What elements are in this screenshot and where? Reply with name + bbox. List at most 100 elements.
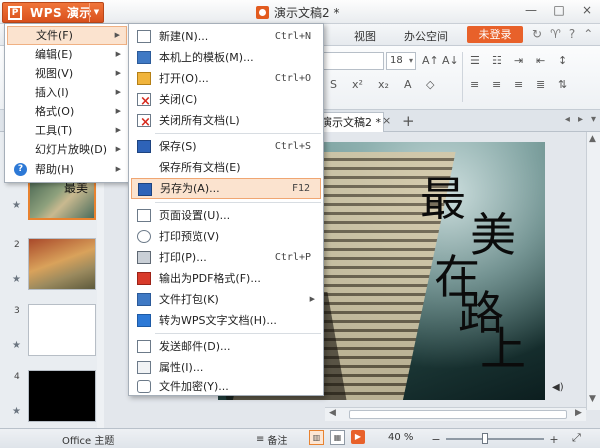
scroll-left-icon[interactable]: ◀ — [329, 408, 336, 418]
help-question-icon[interactable]: ? — [569, 27, 575, 41]
clear-format-icon[interactable]: ◇ — [426, 78, 434, 91]
zoom-in-icon[interactable]: + — [548, 433, 560, 446]
font-name-select[interactable] — [322, 52, 384, 70]
shirt-skin-icon[interactable]: ♈ — [550, 27, 561, 41]
fit-window-icon[interactable]: ⤢ — [572, 431, 581, 445]
slide-thumbnail[interactable] — [28, 238, 96, 290]
line-spacing-icon[interactable]: ↕ — [558, 54, 567, 67]
menu-item-properties[interactable]: 属性(I)... — [131, 357, 321, 378]
text-direction-icon[interactable]: ⇅ — [558, 78, 567, 91]
menu-item-label: 插入(I) — [35, 86, 69, 99]
new-tab-icon[interactable]: + — [402, 112, 415, 130]
vertical-scrollbar[interactable]: ▲ ▼ — [586, 132, 600, 410]
tab-document[interactable]: 演示文稿2 * — [314, 112, 384, 132]
menu-item-new[interactable]: 新建(N)... Ctrl+N — [131, 26, 321, 47]
notes-label: 备注 — [267, 436, 288, 447]
menu-item-print[interactable]: 打印(P)... Ctrl+P — [131, 247, 321, 268]
grow-font-icon[interactable]: A↑ — [422, 54, 439, 67]
font-color-icon[interactable]: A — [404, 78, 412, 91]
align-center-icon[interactable]: ≡ — [492, 78, 501, 91]
close-window-icon[interactable]: × — [578, 3, 596, 17]
indent-icon[interactable]: ⇥ — [514, 54, 523, 67]
wps-menu-button-label: WPS 演示 — [30, 6, 92, 20]
collapse-ribbon-icon[interactable]: ⌃ — [583, 27, 593, 41]
new-document-icon — [137, 30, 151, 43]
subscript-icon[interactable]: x₂ — [378, 78, 389, 91]
menu-item-page-setup[interactable]: 页面设置(U)... — [131, 205, 321, 226]
menu-item-save-as[interactable]: 另存为(A)... F12 — [131, 178, 321, 199]
menu-item-label: 打开(O)... — [159, 72, 209, 85]
menu-item-convert-to-writer[interactable]: 转为WPS文字文档(H)... — [131, 310, 321, 331]
align-left-icon[interactable]: ≡ — [470, 78, 479, 91]
text-shadow-icon[interactable]: S — [330, 78, 337, 91]
menu-item-slideshow[interactable]: 幻灯片放映(D) ▶ — [7, 140, 127, 159]
menu-item-file[interactable]: 文件(F) ▶ — [7, 26, 127, 45]
menu-item-label: 帮助(H) — [35, 163, 74, 176]
scroll-right-icon[interactable]: ▶ — [575, 408, 582, 418]
encrypt-icon — [137, 380, 151, 393]
menu-item-label: 本机上的模板(M)... — [159, 51, 254, 64]
tab-list-icon[interactable]: ◂ — [565, 114, 570, 125]
login-button[interactable]: 未登录 — [467, 26, 523, 43]
scroll-down-icon[interactable]: ▼ — [589, 394, 596, 404]
animation-star-icon: ★ — [12, 406, 21, 417]
notes-toggle[interactable]: ≡ 备注 — [256, 432, 287, 447]
align-right-icon[interactable]: ≡ — [514, 78, 523, 91]
superscript-icon[interactable]: x² — [352, 78, 363, 91]
menu-item-send-mail[interactable]: 发送邮件(D)... — [131, 336, 321, 357]
slide-sorter-icon[interactable]: ▦ — [330, 430, 345, 445]
menu-item-edit[interactable]: 编辑(E) ▶ — [7, 45, 127, 64]
scroll-up-icon[interactable]: ▲ — [589, 134, 596, 144]
menu-item-help[interactable]: ? 帮助(H) ▶ — [7, 160, 127, 179]
menu-item-tools[interactable]: 工具(T) ▶ — [7, 121, 127, 140]
window-controls: — □ × — [522, 3, 596, 17]
justify-icon[interactable]: ≣ — [536, 78, 545, 91]
chevron-down-icon[interactable]: ▼ — [89, 3, 103, 22]
menu-item-encrypt[interactable]: 文件加密(Y)... — [131, 376, 321, 397]
speaker-icon[interactable]: ◀) — [552, 382, 564, 393]
horizontal-scrollbar[interactable]: ◀ ▶ — [325, 407, 586, 421]
menu-item-save[interactable]: 保存(S) Ctrl+S — [131, 136, 321, 157]
maximize-icon[interactable]: □ — [550, 3, 568, 17]
font-size-select[interactable]: 18 — [386, 52, 416, 70]
horizontal-scroll-thumb[interactable] — [349, 410, 567, 419]
tab-view[interactable]: 视图 — [354, 28, 376, 44]
menu-item-print-preview[interactable]: 打印预览(V) — [131, 226, 321, 247]
tab-menu-icon[interactable]: ▾ — [591, 114, 596, 125]
slideshow-play-icon[interactable]: ▶ — [351, 430, 365, 444]
menu-item-local-templates[interactable]: 本机上的模板(M)... — [131, 47, 321, 68]
normal-view-icon[interactable]: ▥ — [309, 430, 324, 445]
menu-item-insert[interactable]: 插入(I) ▶ — [7, 83, 127, 102]
window-title: 演示文稿2 * — [256, 4, 339, 21]
wps-menu-button[interactable]: P WPS 演示 ▼ — [2, 2, 104, 23]
slide-thumbnail[interactable] — [28, 370, 96, 422]
menu-item-export-pdf[interactable]: 输出为PDF格式(F)... — [131, 268, 321, 289]
menu-item-package[interactable]: 文件打包(K) ▶ — [131, 289, 321, 310]
menu-item-label: 发送邮件(D)... — [159, 340, 231, 353]
shrink-font-icon[interactable]: A↓ — [442, 54, 459, 67]
title-bar: P WPS 演示 ▼ 演示文稿2 * — □ × — [0, 0, 600, 24]
menu-item-format[interactable]: 格式(O) ▶ — [7, 102, 127, 121]
wps-dropdown-menu: 文件(F) ▶ 编辑(E) ▶ 视图(V) ▶ 插入(I) ▶ 格式(O) ▶ … — [4, 23, 130, 183]
slide-thumbnail[interactable] — [28, 304, 96, 356]
menu-item-label: 属性(I)... — [159, 361, 204, 374]
numbered-list-icon[interactable]: ☷ — [492, 54, 502, 67]
zoom-out-icon[interactable]: − — [430, 433, 442, 446]
minimize-icon[interactable]: — — [522, 3, 540, 17]
tab-scroll-icon[interactable]: ▸ — [578, 114, 583, 125]
menu-item-label: 幻灯片放映(D) — [35, 143, 108, 156]
bullet-list-icon[interactable]: ☰ — [470, 54, 480, 67]
tab-office-space[interactable]: 办公空间 — [404, 28, 448, 44]
menu-item-view[interactable]: 视图(V) ▶ — [7, 64, 127, 83]
zoom-slider[interactable]: − + — [430, 433, 560, 446]
menu-item-open[interactable]: 打开(O)... Ctrl+O — [131, 68, 321, 89]
refresh-icon[interactable]: ↻ — [532, 27, 542, 41]
menu-item-close[interactable]: 关闭(C) — [131, 89, 321, 112]
outdent-icon[interactable]: ⇤ — [536, 54, 545, 67]
zoom-slider-handle[interactable] — [482, 433, 489, 444]
zoom-track[interactable] — [446, 433, 544, 444]
menu-item-close-all[interactable]: 关闭所有文档(L) — [131, 110, 321, 133]
menu-item-label: 格式(O) — [35, 105, 75, 118]
menu-item-save-all[interactable]: 保存所有文档(E) — [131, 157, 321, 178]
close-tab-icon[interactable]: × — [382, 114, 391, 127]
